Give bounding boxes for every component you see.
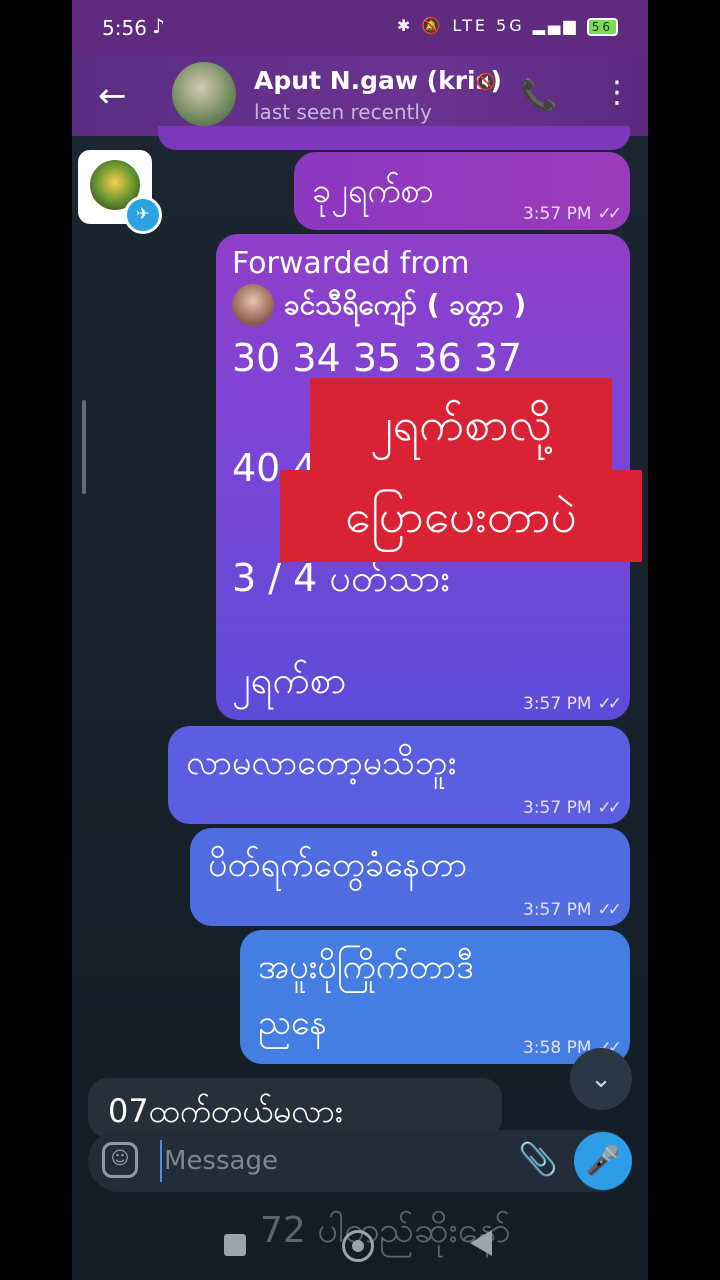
microphone-icon[interactable]: 🎤	[574, 1132, 632, 1190]
message-time: 3:57 PM ✓✓	[523, 204, 622, 224]
forwarded-message-bubble[interactable]: Forwarded from ခင်သီရိကျော် ( ခတ္တာ ) 30…	[216, 234, 630, 720]
status-time: 5:56	[102, 16, 147, 40]
received-message-bubble[interactable]: 07ထက်တယ်မလား	[88, 1078, 502, 1138]
message-time: 3:57 PM ✓✓	[523, 798, 622, 818]
last-seen-status: last seen recently	[254, 100, 432, 124]
mute-icon: 🔇	[476, 72, 496, 91]
status-icons: ✱ 🔕 LTE 5G ▂▄▆ 56	[397, 16, 618, 36]
message-bubble[interactable]: လာမလာတော့မသိဘူး 3:57 PM ✓✓	[168, 726, 630, 824]
message-line: 30 34 35 36 37	[232, 336, 523, 380]
message-text: ခု၂ရက်စာ	[312, 171, 434, 211]
contact-avatar[interactable]	[172, 62, 236, 126]
message-text: လာမလာတော့မသိဘူး	[186, 743, 457, 783]
message-text: ပိတ်ရက်တွေခံနေတာ	[208, 845, 468, 885]
scrollbar[interactable]	[82, 400, 86, 494]
back-arrow-icon[interactable]: ←	[98, 76, 127, 116]
message-bubble[interactable]: ခု၂ရက်စာ 3:57 PM ✓✓	[294, 152, 630, 230]
navigation-bar	[72, 1216, 648, 1280]
forwarded-label: Forwarded from	[232, 246, 470, 281]
forwarded-sender-name[interactable]: ခင်သီရိကျော် ( ခတ္တာ )	[284, 286, 526, 328]
floating-chat-avatar[interactable]: ✈	[78, 150, 162, 234]
message-line: 3 / 4 ပတ်သား	[232, 556, 451, 600]
message-bubble-partial	[158, 126, 630, 150]
chat-header: ← Aput N.gaw (kris) 🔇 last seen recently…	[72, 56, 648, 136]
phone-screen: 5:56 ♪ ✱ 🔕 LTE 5G ▂▄▆ 56 ← Aput N.gaw (k…	[72, 0, 648, 1280]
message-time: 3:57 PM ✓✓	[523, 694, 622, 714]
battery-icon: 56	[586, 18, 618, 36]
home-icon[interactable]	[342, 1230, 374, 1262]
message-line: ညနေ	[258, 1003, 327, 1043]
forwarded-sender-avatar[interactable]	[232, 284, 274, 326]
double-check-icon: ✓✓	[597, 900, 622, 920]
message-time: 3:57 PM ✓✓	[523, 900, 622, 920]
scroll-down-icon[interactable]: ⌄	[570, 1048, 632, 1110]
message-input[interactable]	[160, 1140, 496, 1182]
status-bar: 5:56 ♪ ✱ 🔕 LTE 5G ▂▄▆ 56	[72, 0, 648, 56]
nav-back-icon[interactable]	[470, 1230, 492, 1256]
double-check-icon: ✓✓	[597, 798, 622, 818]
message-line: အပူးပိုကြိုက်တာဒီ	[258, 947, 474, 987]
telegram-icon: ✈	[124, 196, 162, 234]
message-line: 40 4	[232, 446, 317, 490]
message-bubble[interactable]: အပူးပိုကြိုက်တာဒီ ညနေ 3:58 PM✓✓	[240, 930, 630, 1064]
more-menu-icon[interactable]: ⋮	[602, 76, 632, 110]
contact-name[interactable]: Aput N.gaw (kris)	[254, 66, 502, 95]
attach-icon[interactable]: 📎	[518, 1140, 558, 1178]
double-check-icon: ✓✓	[597, 204, 622, 224]
tiktok-icon: ♪	[152, 14, 165, 38]
message-line: ၂ရက်စာ	[232, 658, 347, 702]
phone-call-icon[interactable]: 📞	[520, 78, 557, 113]
signal-icons: ✱ 🔕 LTE 5G ▂▄▆	[396, 16, 579, 35]
recent-apps-icon[interactable]	[224, 1234, 246, 1256]
message-input-bar: ☺ 📎 🎤	[88, 1130, 632, 1192]
message-bubble[interactable]: ပိတ်ရက်တွေခံနေတာ 3:57 PM ✓✓	[190, 828, 630, 926]
double-check-icon: ✓✓	[597, 694, 622, 714]
emoji-icon[interactable]: ☺	[102, 1142, 138, 1178]
